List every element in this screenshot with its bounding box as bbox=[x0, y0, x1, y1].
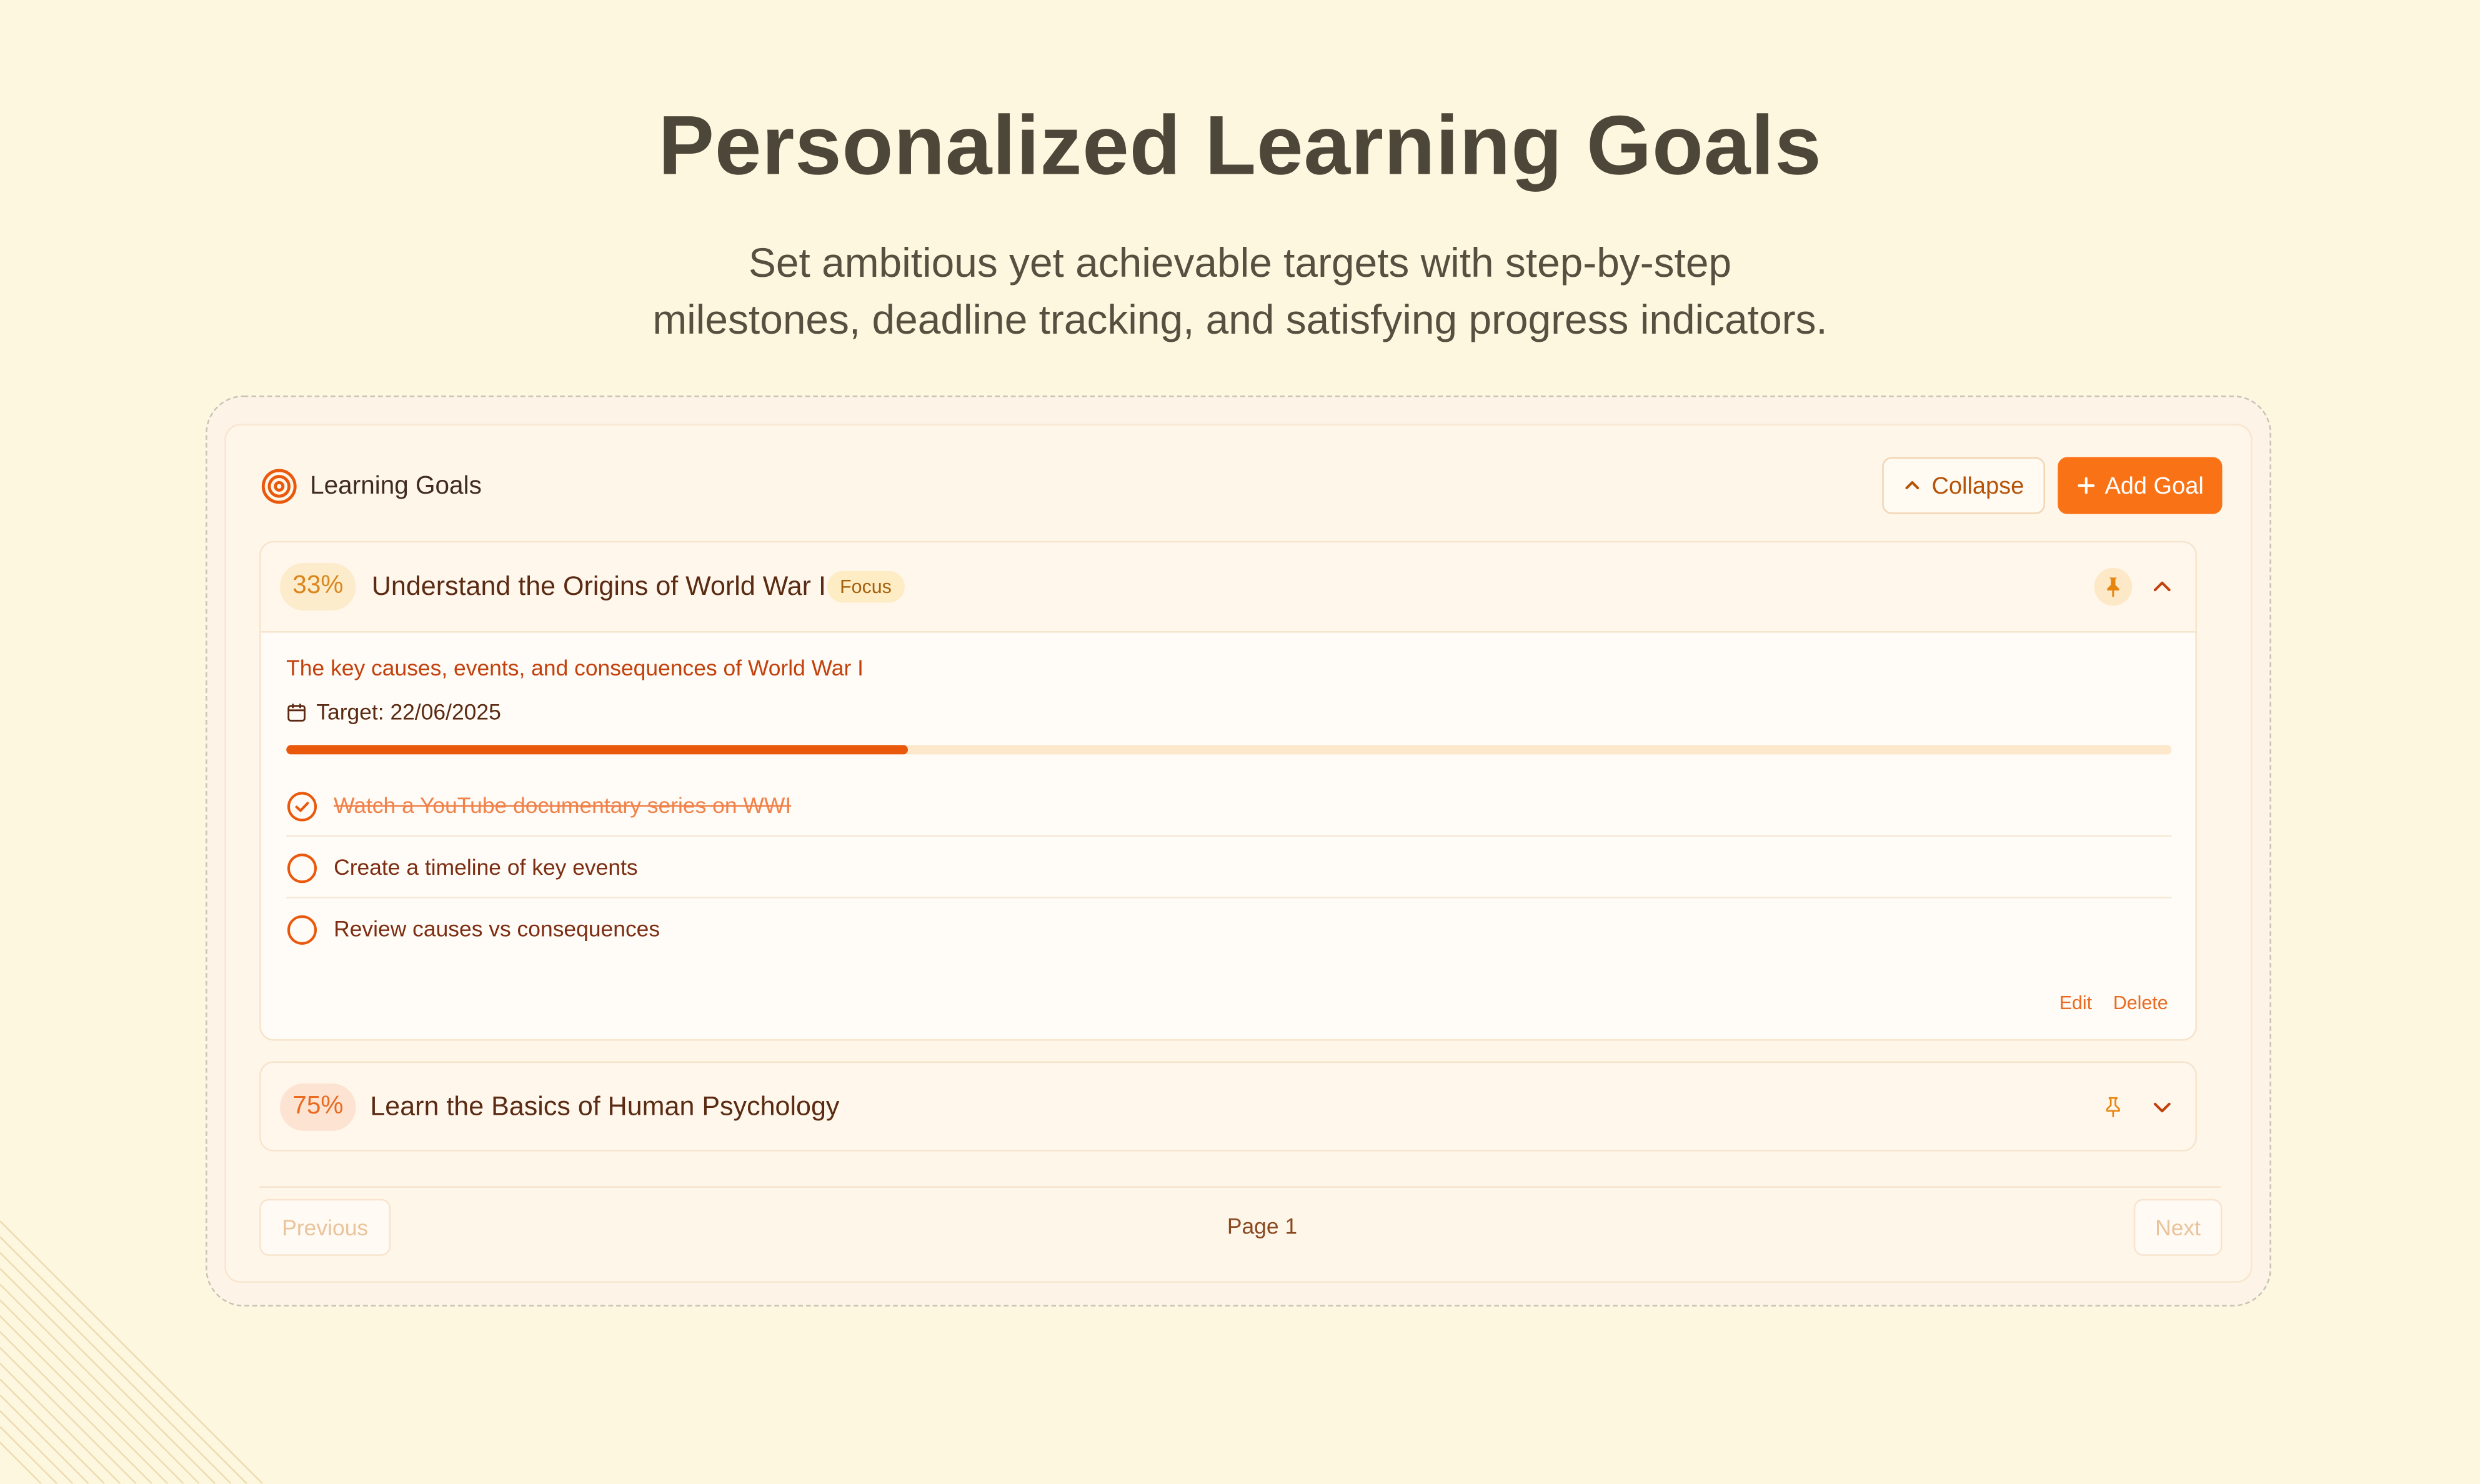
goal-title: Understand the Origins of World War I bbox=[371, 570, 826, 601]
goal-card: 75% Learn the Basics of Human Psychology bbox=[259, 1061, 2197, 1152]
pagination-divider bbox=[259, 1186, 2221, 1188]
goal-progress-fill bbox=[286, 745, 909, 755]
preview-frame: Learning Goals Collapse Add Goal 33% Und… bbox=[206, 395, 2271, 1307]
add-goal-button[interactable]: Add Goal bbox=[2058, 457, 2223, 514]
milestone-label: Review causes vs consequences bbox=[334, 915, 660, 942]
pin-button[interactable] bbox=[2094, 567, 2133, 606]
next-page-button[interactable]: Next bbox=[2133, 1198, 2223, 1256]
collapse-goal-button[interactable] bbox=[2143, 568, 2181, 606]
plus-icon bbox=[2077, 477, 2094, 494]
milestone-item: Review causes vs consequences bbox=[286, 899, 2171, 960]
page-indicator: Page 1 bbox=[1227, 1213, 1298, 1239]
goal-target-date: Target: 22/06/2025 bbox=[286, 697, 501, 726]
milestone-item: Create a timeline of key events bbox=[286, 837, 2172, 899]
pin-icon bbox=[2107, 577, 2119, 597]
collapse-label: Collapse bbox=[1931, 472, 2024, 499]
milestone-checkbox[interactable] bbox=[286, 914, 318, 946]
target-date-text: Target: 22/06/2025 bbox=[316, 699, 501, 725]
chevron-up-icon bbox=[2153, 581, 2171, 592]
pin-button[interactable] bbox=[2094, 1088, 2132, 1127]
edit-goal-link[interactable]: Edit bbox=[2059, 992, 2092, 1013]
target-icon bbox=[261, 469, 297, 504]
milestone-checkbox[interactable] bbox=[286, 852, 318, 884]
pin-outline-icon bbox=[2106, 1097, 2120, 1118]
delete-goal-link[interactable]: Delete bbox=[2113, 992, 2168, 1013]
check-circle-icon bbox=[287, 792, 317, 822]
goal-progress-badge: 33% bbox=[280, 563, 356, 611]
milestone-item: Watch a YouTube documentary series on WW… bbox=[286, 775, 2172, 837]
previous-page-button[interactable]: Previous bbox=[259, 1198, 391, 1256]
milestone-label: Create a timeline of key events bbox=[334, 854, 638, 880]
goal-title: Learn the Basics of Human Psychology bbox=[370, 1091, 840, 1122]
milestone-label: Watch a YouTube documentary series on WW… bbox=[334, 792, 792, 818]
goal-description: The key causes, events, and consequences… bbox=[286, 654, 864, 680]
goal-card: 33% Understand the Origins of World War … bbox=[259, 540, 2197, 1041]
circle-icon bbox=[287, 915, 317, 945]
focus-tag: Focus bbox=[827, 570, 905, 603]
hero-subtitle: Set ambitious yet achievable targets wit… bbox=[528, 234, 1951, 348]
panel-title: Learning Goals bbox=[310, 472, 482, 500]
hero-subtitle-line-1: Set ambitious yet achievable targets wit… bbox=[749, 239, 1732, 287]
page: Personalized Learning Goals Set ambitiou… bbox=[0, 0, 2480, 1484]
goal-progress-badge: 75% bbox=[280, 1083, 356, 1131]
collapse-button[interactable]: Collapse bbox=[1882, 457, 2045, 514]
expand-goal-button[interactable] bbox=[2143, 1088, 2181, 1127]
goal-progress-bar bbox=[286, 745, 2172, 755]
circle-icon bbox=[287, 854, 317, 884]
hero-title: Personalized Learning Goals bbox=[658, 99, 1822, 193]
goal-header[interactable]: 33% Understand the Origins of World War … bbox=[261, 542, 2196, 633]
milestone-checkbox[interactable] bbox=[286, 791, 318, 823]
add-goal-label: Add Goal bbox=[2104, 472, 2204, 499]
chevron-up-icon bbox=[1906, 481, 1920, 489]
learning-goals-panel: Learning Goals Collapse Add Goal 33% Und… bbox=[224, 424, 2253, 1283]
hero-subtitle-line-2: milestones, deadline tracking, and satis… bbox=[652, 296, 1828, 344]
chevron-down-icon bbox=[2153, 1102, 2171, 1113]
goal-header[interactable]: 75% Learn the Basics of Human Psychology bbox=[261, 1063, 2196, 1150]
calendar-icon bbox=[287, 702, 306, 721]
